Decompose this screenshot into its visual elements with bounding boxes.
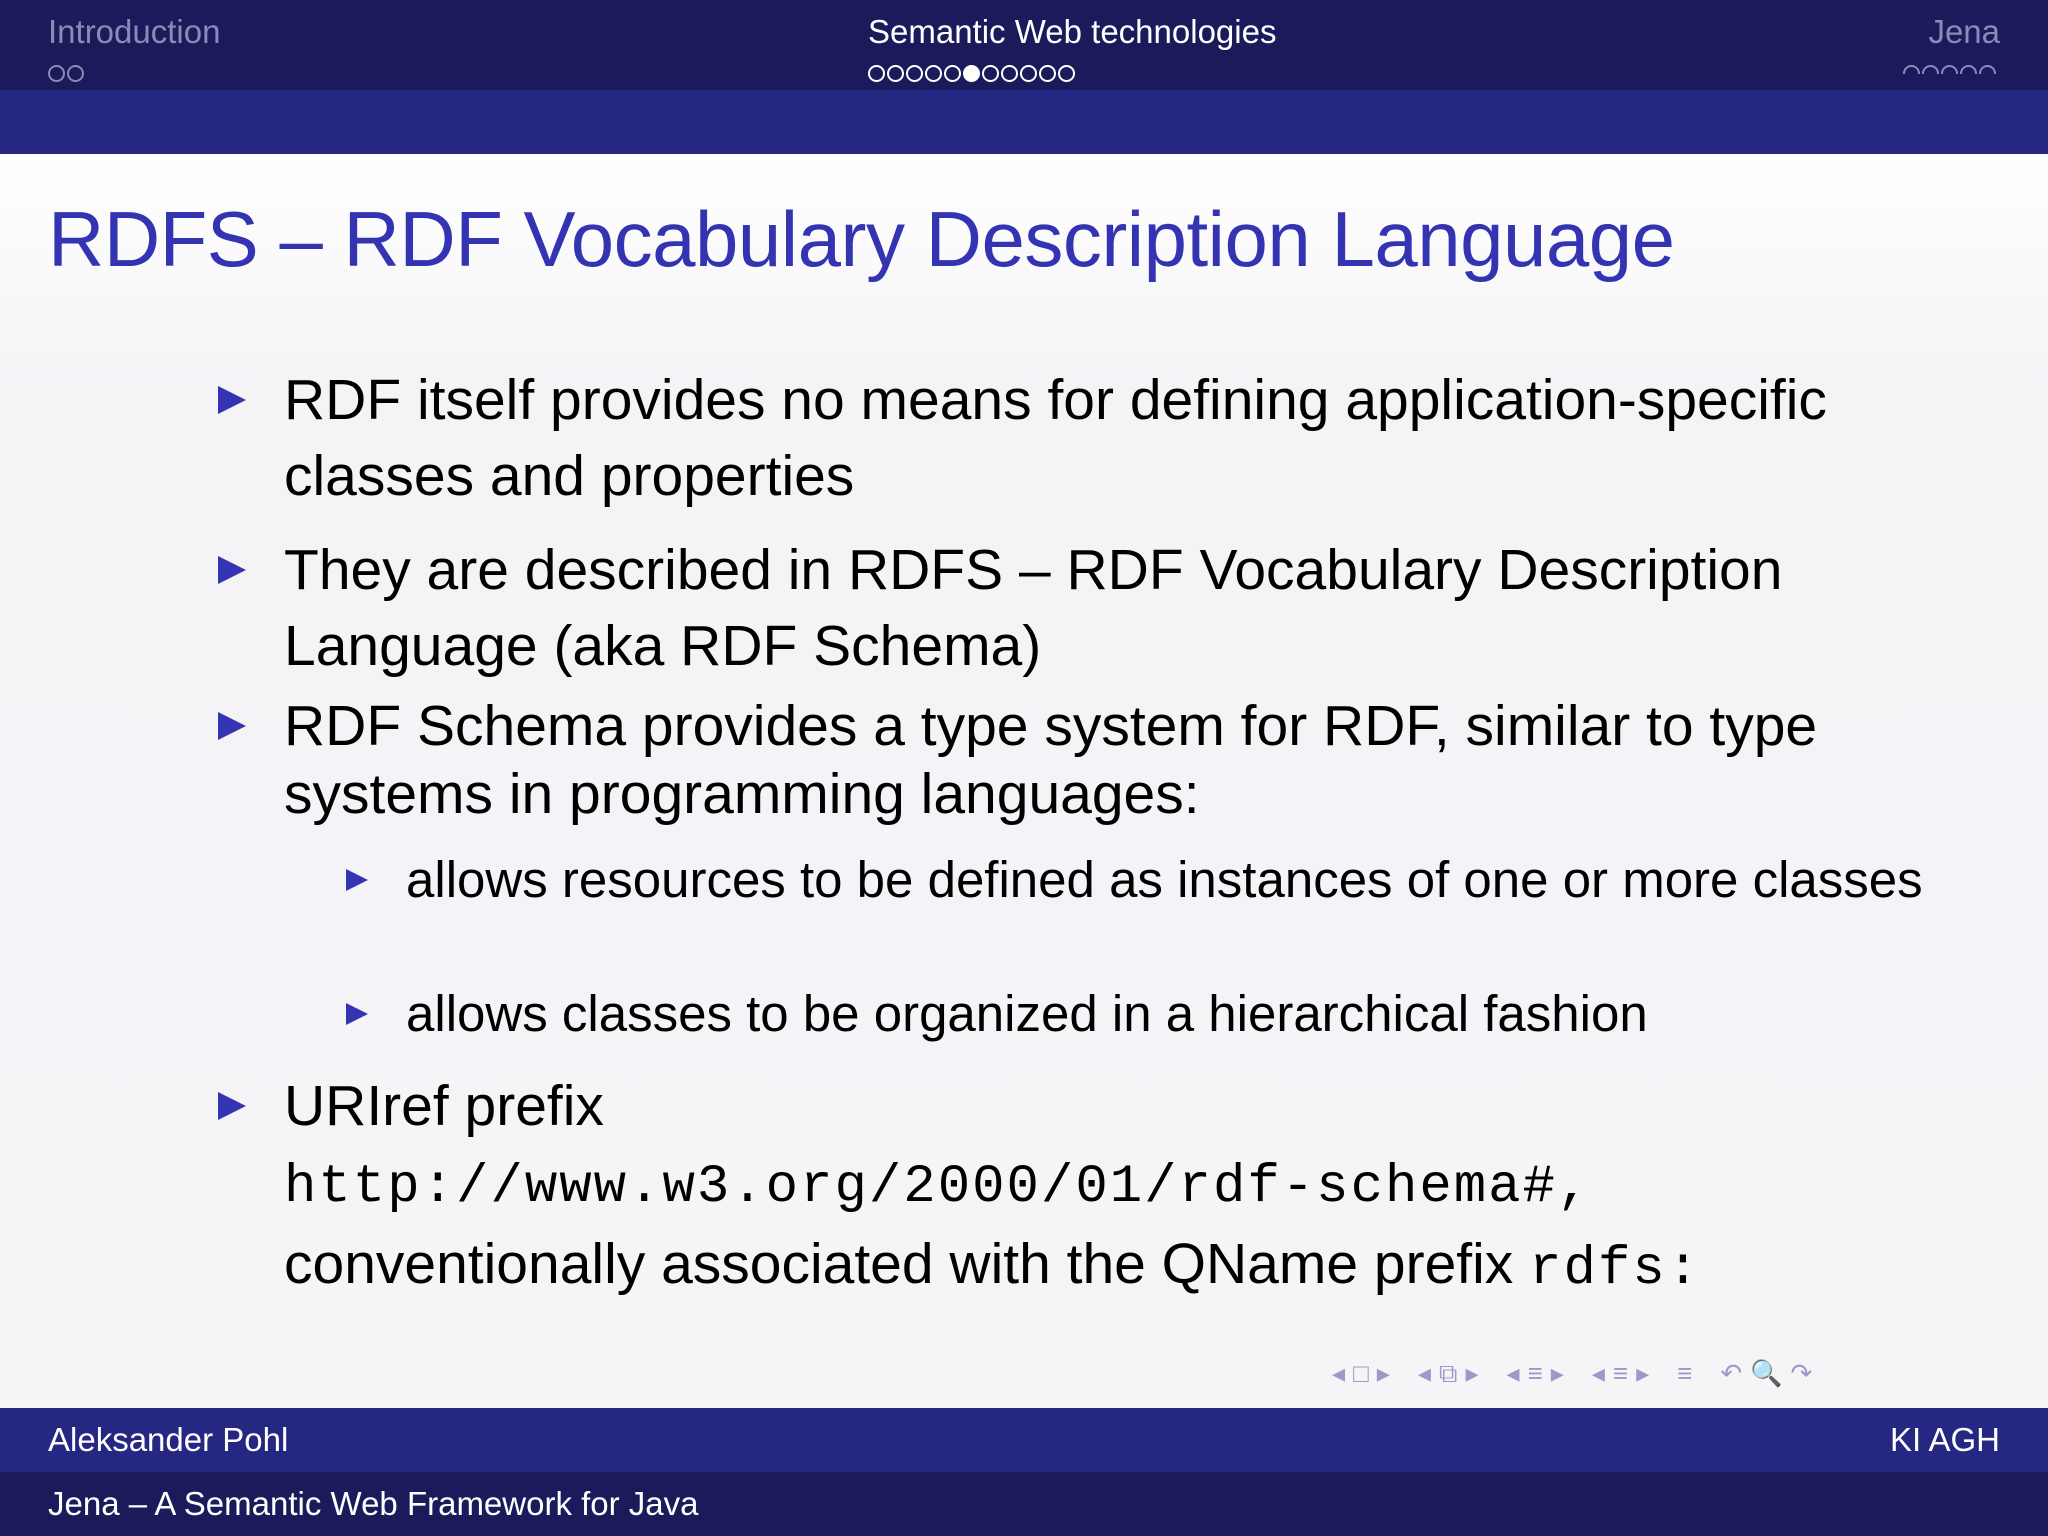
- uri-line: http://www.w3.org/2000/01/rdf-schema#,: [284, 1144, 1978, 1226]
- nav-next-section-icon[interactable]: ▸: [1636, 1358, 1649, 1389]
- nav-prev-frame-icon[interactable]: ◂: [1418, 1358, 1431, 1389]
- footer-author: Aleksander Pohl: [48, 1421, 289, 1458]
- beamer-navigation-bar: ◂ □ ▸ ◂ ⧉ ▸ ◂ ≡ ▸ ◂ ≡ ▸ ≡ ↶ 🔍 ↷: [1332, 1358, 2032, 1398]
- slide-title: RDFS – RDF Vocabulary Description Langua…: [48, 195, 1675, 283]
- frame-dot[interactable]: [906, 64, 923, 82]
- undo-icon[interactable]: ↶: [1720, 1358, 1742, 1389]
- headline-bar: Introduction Semantic Web technologies J…: [0, 0, 2048, 90]
- bullet-text: URIref prefix: [284, 1074, 604, 1138]
- section-jena[interactable]: Jena: [1880, 12, 2000, 74]
- frame-dot[interactable]: [48, 64, 65, 82]
- section-title[interactable]: Semantic Web technologies: [868, 12, 1276, 52]
- bullet-triangle-icon: [218, 556, 246, 584]
- nav-next-subsection-icon[interactable]: ▸: [1551, 1358, 1564, 1389]
- subbullet-item: allows classes to be organized in a hier…: [346, 980, 1986, 1048]
- frame-dot[interactable]: [67, 64, 84, 82]
- frame-dot[interactable]: [982, 64, 999, 82]
- frame-dot[interactable]: [1922, 64, 1939, 74]
- qname-line: conventionally associated with the QName…: [284, 1226, 1978, 1308]
- qname-prefix: rdfs:: [1529, 1239, 1702, 1300]
- frame-dot[interactable]: [1020, 64, 1037, 82]
- footer-institute: KI AGH: [1889, 1421, 2000, 1458]
- footer-author-bar: Aleksander Pohl KI AGH: [0, 1408, 2048, 1472]
- frame-icon[interactable]: ⧉: [1439, 1358, 1458, 1390]
- uri-text: http://www.w3.org/2000/01/rdf-schema#,: [284, 1157, 1592, 1218]
- frame-dot[interactable]: [1001, 64, 1018, 82]
- bullet-text: RDF itself provides no means for definin…: [284, 368, 1827, 508]
- section-dots: [868, 52, 1276, 82]
- bullet-text: They are described in RDFS – RDF Vocabul…: [284, 538, 1783, 678]
- section-dots: [1903, 52, 2000, 74]
- section-icon[interactable]: ≡: [1613, 1358, 1628, 1389]
- frame-dot[interactable]: [1960, 64, 1977, 74]
- frame-dot-current[interactable]: [963, 64, 980, 82]
- bullet-text: RDF Schema provides a type system for RD…: [284, 694, 1818, 826]
- nav-prev-slide-icon[interactable]: ◂: [1332, 1358, 1345, 1389]
- nav-next-slide-icon[interactable]: ▸: [1377, 1358, 1390, 1389]
- frame-dot[interactable]: [887, 64, 904, 82]
- subbullet-text: allows resources to be defined as instan…: [406, 851, 1923, 908]
- subheader-bar: [0, 90, 2048, 154]
- footer-title-bar: Jena – A Semantic Web Framework for Java: [0, 1472, 2048, 1536]
- subbullet-triangle-icon: [346, 1003, 368, 1025]
- bullet-item: RDF itself provides no means for definin…: [218, 362, 1978, 514]
- section-title[interactable]: Introduction: [48, 12, 220, 52]
- section-semantic-web[interactable]: Semantic Web technologies: [868, 12, 1276, 82]
- subbullet-text: allows classes to be organized in a hier…: [406, 985, 1648, 1042]
- frame-dot[interactable]: [1941, 64, 1958, 74]
- bullet-item: URIref prefix http://www.w3.org/2000/01/…: [218, 1068, 1978, 1308]
- frame-dot[interactable]: [925, 64, 942, 82]
- redo-icon[interactable]: ↷: [1790, 1358, 1812, 1389]
- bullet-triangle-icon: [218, 712, 246, 740]
- frame-dot[interactable]: [1058, 64, 1075, 82]
- bullet-item: They are described in RDFS – RDF Vocabul…: [218, 532, 1978, 684]
- section-dots: [48, 52, 220, 82]
- nav-prev-subsection-icon[interactable]: ◂: [1507, 1358, 1520, 1389]
- footer-presentation-title: Jena – A Semantic Web Framework for Java: [48, 1485, 699, 1522]
- bullet-item: RDF Schema provides a type system for RD…: [218, 692, 1978, 828]
- frame-dot[interactable]: [868, 64, 885, 82]
- frame-dot[interactable]: [1039, 64, 1056, 82]
- section-title[interactable]: Jena: [1880, 12, 2000, 52]
- slide-icon[interactable]: □: [1353, 1358, 1369, 1389]
- subbullet-triangle-icon: [346, 869, 368, 891]
- search-icon[interactable]: 🔍: [1750, 1358, 1782, 1389]
- nav-next-frame-icon[interactable]: ▸: [1465, 1358, 1478, 1389]
- subsection-icon[interactable]: ≡: [1528, 1358, 1543, 1389]
- frame-dot[interactable]: [1903, 64, 1920, 74]
- frame-dot[interactable]: [944, 64, 961, 82]
- bullet-triangle-icon: [218, 386, 246, 414]
- bullet-triangle-icon: [218, 1092, 246, 1120]
- nav-prev-section-icon[interactable]: ◂: [1592, 1358, 1605, 1389]
- qname-text: conventionally associated with the QName…: [284, 1232, 1514, 1296]
- appendix-icon[interactable]: ≡: [1677, 1358, 1692, 1389]
- frame-dot[interactable]: [1979, 64, 1996, 74]
- subbullet-item: allows resources to be defined as instan…: [346, 846, 1986, 914]
- section-introduction[interactable]: Introduction: [48, 12, 220, 82]
